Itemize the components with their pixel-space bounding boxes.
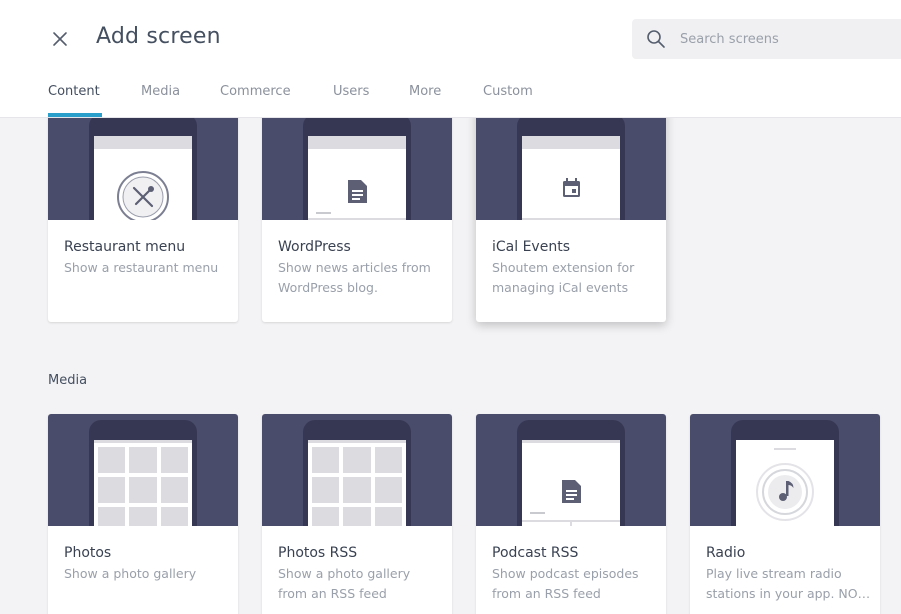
screen-card-photos-rss[interactable]: Photos RSS Show a photo gallery from an … <box>262 414 452 614</box>
photo-grid-icon <box>94 440 192 526</box>
phone-mockup <box>731 420 839 526</box>
restaurant-icon <box>94 136 192 220</box>
page-title: Add screen <box>96 24 221 49</box>
card-thumbnail <box>690 414 880 526</box>
screen-card-wordpress[interactable]: WordPress Show news articles from WordPr… <box>262 104 452 322</box>
tab-media[interactable]: Media <box>141 84 180 99</box>
card-title: Restaurant menu <box>64 239 186 255</box>
phone-mockup <box>517 420 625 526</box>
screen-card-radio[interactable]: Radio Play live stream radio stations in… <box>690 414 880 614</box>
card-description: Play live stream radio stations in your … <box>706 566 871 601</box>
photo-grid-icon <box>308 440 406 526</box>
card-description: Show a photo gallery <box>64 566 197 581</box>
phone-mockup <box>303 420 411 526</box>
phone-mockup <box>303 114 411 220</box>
card-description: Show podcast episodes from an RSS feed <box>492 566 639 601</box>
section-title-media: Media <box>48 373 88 388</box>
screen-card-restaurant-menu[interactable]: Restaurant menu Show a restaurant menu <box>48 104 238 322</box>
card-title: iCal Events <box>492 239 570 255</box>
card-description: Shoutem extension for managing iCal even… <box>492 260 635 295</box>
card-thumbnail <box>476 104 666 220</box>
card-title: Radio <box>706 545 746 561</box>
card-thumbnail <box>262 104 452 220</box>
music-note-icon <box>756 448 814 521</box>
card-title: Photos RSS <box>278 545 358 561</box>
card-description: Show a photo gallery from an RSS feed <box>278 566 411 601</box>
card-description: Show news articles from WordPress blog. <box>278 260 431 295</box>
search-input[interactable] <box>680 19 895 59</box>
close-icon[interactable] <box>48 27 72 51</box>
search-icon <box>646 29 666 49</box>
phone-mockup <box>89 114 197 220</box>
screen-card-podcast-rss[interactable]: Podcast RSS Show podcast episodes from a… <box>476 414 666 614</box>
tab-users[interactable]: Users <box>333 84 369 99</box>
card-thumbnail <box>476 414 666 526</box>
card-title: WordPress <box>278 239 351 255</box>
search-box[interactable] <box>632 19 901 59</box>
card-thumbnail <box>48 414 238 526</box>
card-thumbnail <box>48 104 238 220</box>
card-title: Photos <box>64 545 112 561</box>
phone-mockup <box>89 420 197 526</box>
active-tab-indicator <box>48 113 102 117</box>
screen-card-photos[interactable]: Photos Show a photo gallery <box>48 414 238 614</box>
tab-commerce[interactable]: Commerce <box>220 84 291 99</box>
tab-content[interactable]: Content <box>48 84 100 99</box>
modal-header: Add screen Content Media Commerce Users … <box>0 0 901 117</box>
screen-card-ical-events[interactable]: iCal Events Shoutem extension for managi… <box>476 104 666 322</box>
document-icon <box>522 440 620 526</box>
card-thumbnail <box>262 414 452 526</box>
calendar-icon <box>522 136 620 220</box>
tab-more[interactable]: More <box>409 84 441 99</box>
card-title: Podcast RSS <box>492 545 579 561</box>
phone-mockup <box>517 114 625 220</box>
card-description: Show a restaurant menu <box>64 260 219 275</box>
tab-custom[interactable]: Custom <box>483 84 533 99</box>
document-icon <box>308 136 406 220</box>
